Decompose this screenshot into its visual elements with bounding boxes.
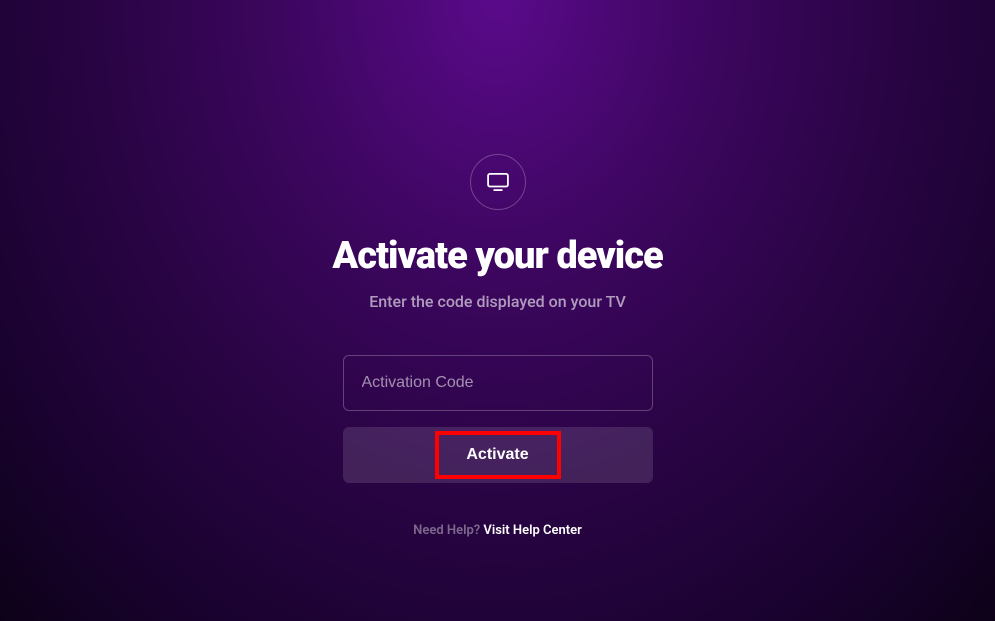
activation-container: Activate your device Enter the code disp…	[343, 154, 653, 538]
tv-icon-circle	[470, 154, 526, 210]
help-prompt: Need Help?	[413, 523, 483, 538]
activate-button[interactable]: Activate	[343, 427, 653, 483]
activation-code-input[interactable]	[343, 355, 653, 411]
help-row: Need Help? Visit Help Center	[413, 523, 582, 538]
activate-button-label: Activate	[466, 446, 528, 463]
page-title: Activate your device	[332, 234, 662, 278]
page-subtitle: Enter the code displayed on your TV	[369, 292, 626, 311]
tv-icon	[487, 173, 509, 191]
help-center-link[interactable]: Visit Help Center	[483, 523, 581, 538]
